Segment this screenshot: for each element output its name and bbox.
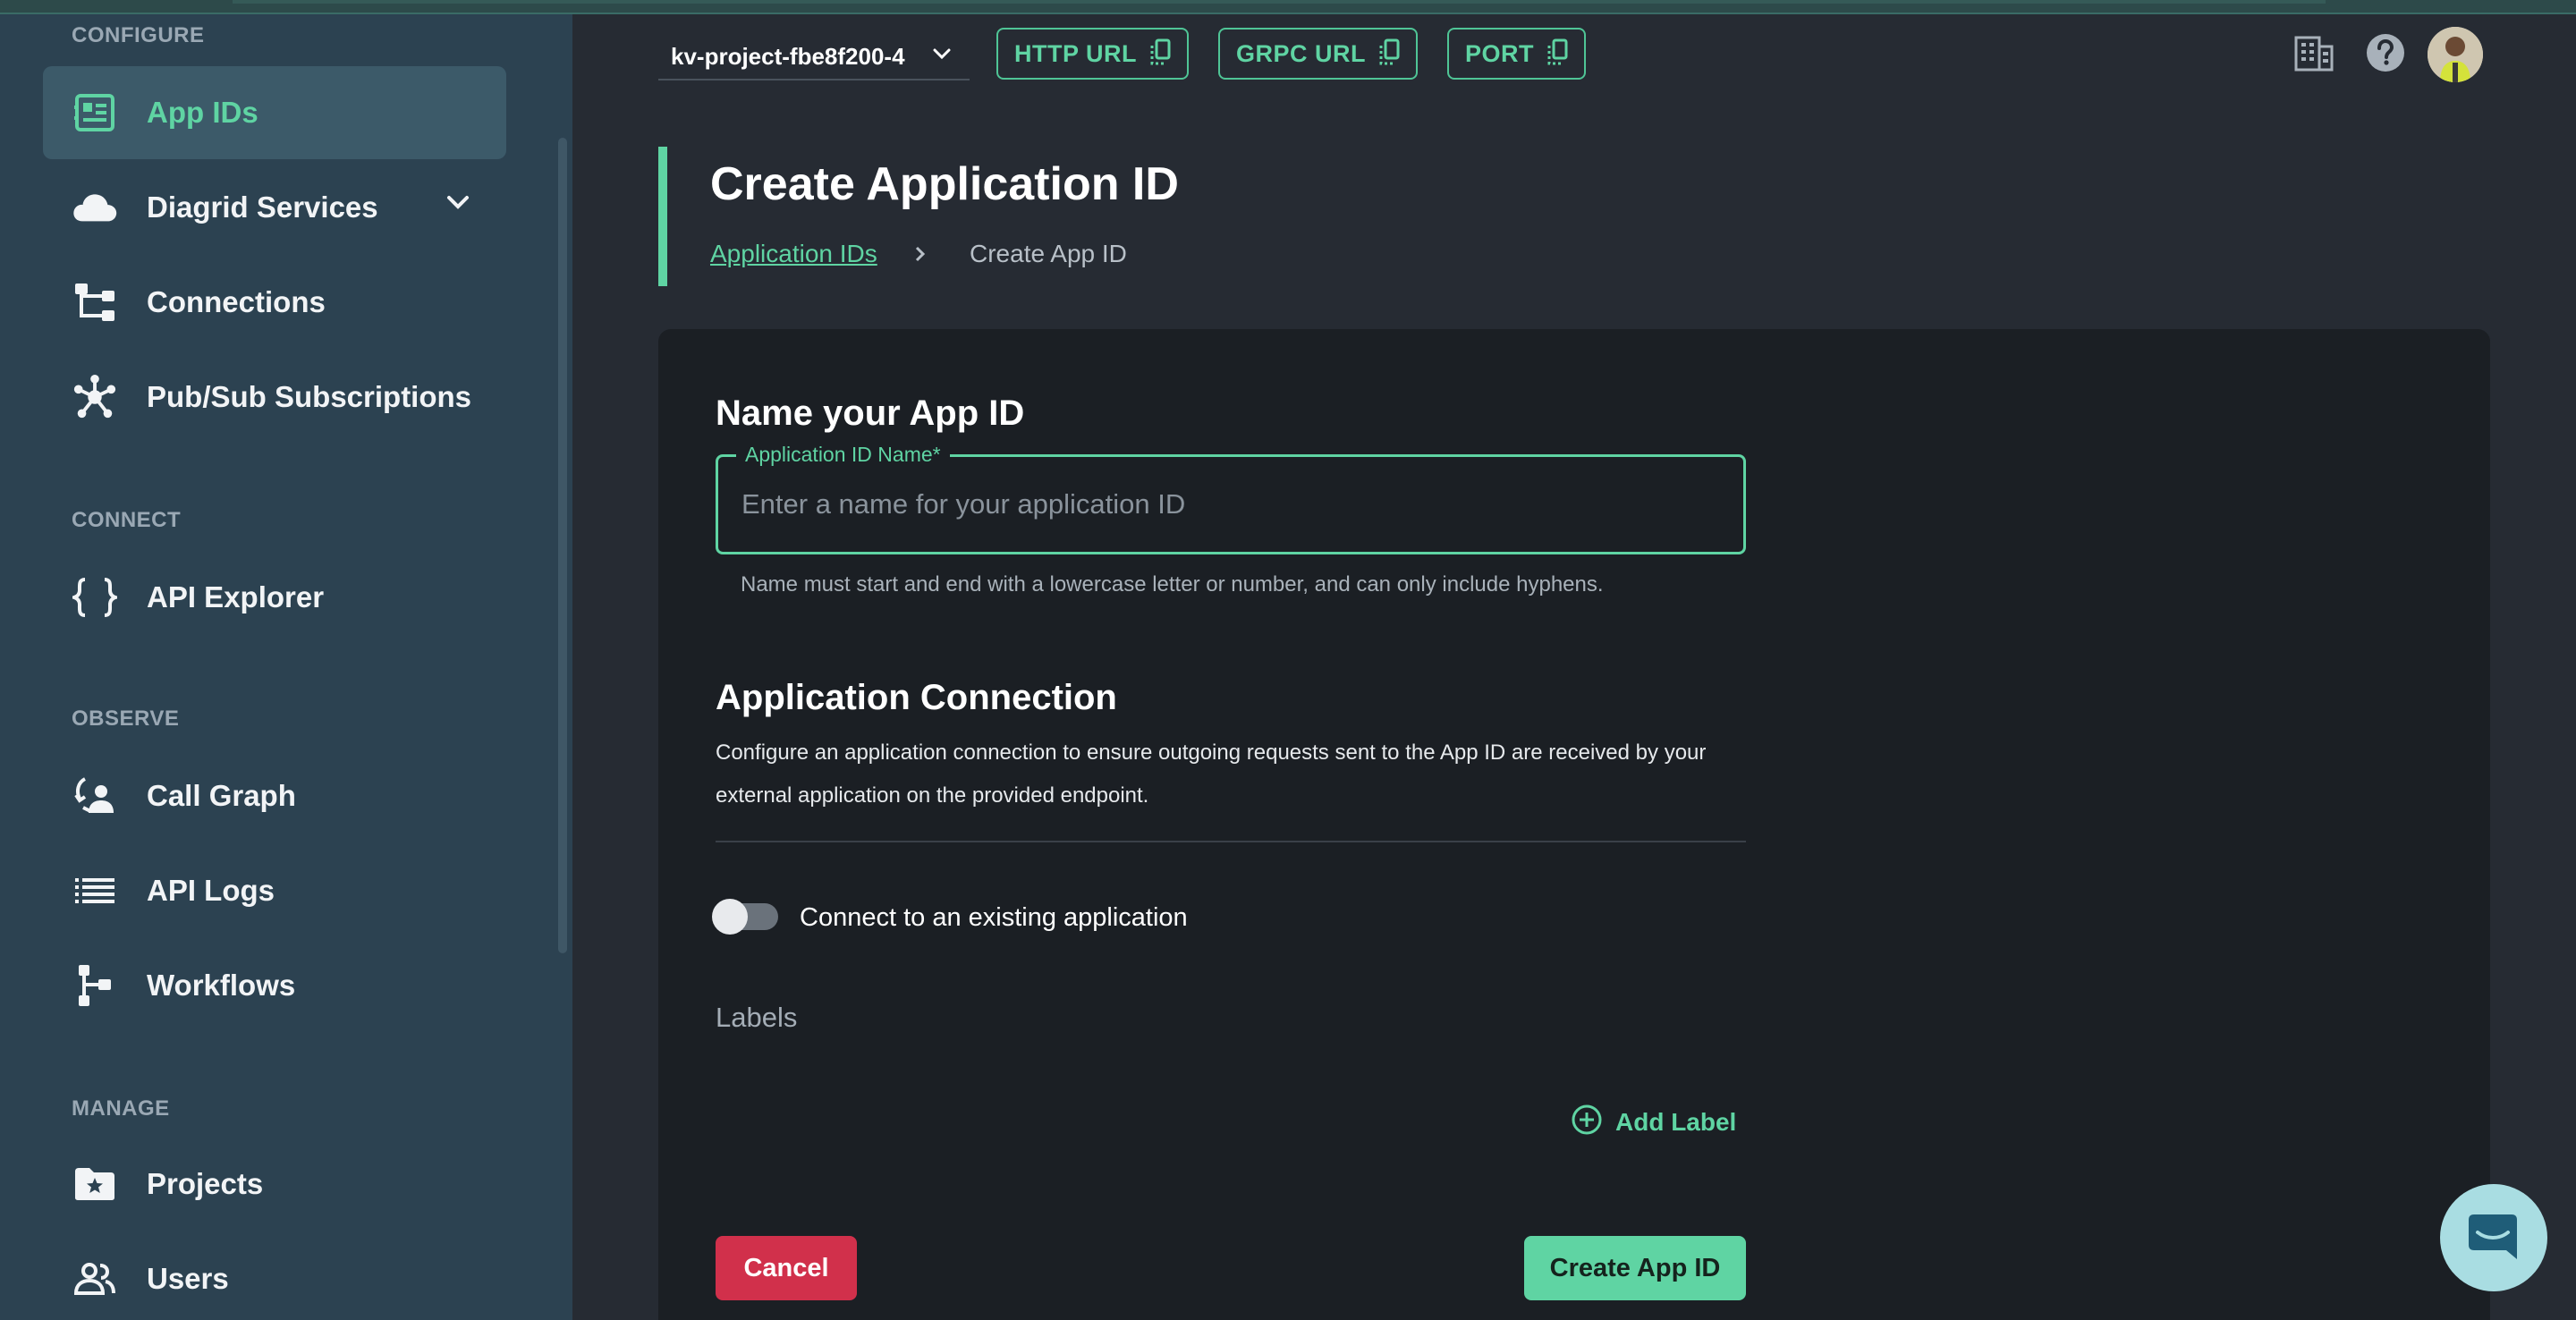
avatar[interactable]	[2428, 27, 2483, 82]
cloud-icon	[72, 184, 118, 231]
create-app-id-button[interactable]: Create App ID	[1524, 1236, 1746, 1300]
chevron-down-icon	[932, 47, 952, 65]
section-title-configure: CONFIGURE	[72, 23, 205, 47]
sidebar-item-api-explorer[interactable]: API Explorer	[43, 551, 506, 644]
add-label-text: Add Label	[1615, 1107, 1737, 1136]
copy-icon	[1378, 38, 1400, 70]
sidebar-item-label: Connections	[147, 285, 326, 318]
users-icon	[72, 1256, 118, 1302]
workflow-icon	[72, 962, 118, 1009]
section-title-manage: MANAGE	[72, 1096, 170, 1121]
sidebar: CONFIGURE App IDs Diagrid Services Conne…	[0, 14, 572, 1320]
chat-support-button[interactable]	[2440, 1184, 2547, 1291]
list-icon	[72, 867, 118, 914]
project-select[interactable]: kv-project-fbe8f200-4	[658, 34, 970, 80]
title-accent-bar	[658, 147, 667, 286]
cancel-button[interactable]: Cancel	[716, 1236, 857, 1300]
copy-icon	[1546, 38, 1568, 70]
sidebar-item-call-graph[interactable]: Call Graph	[43, 749, 506, 842]
add-label-button[interactable]: Add Label	[1571, 1104, 1736, 1140]
http-url-label: HTTP URL	[1014, 39, 1137, 67]
connection-description: Configure an application connection to e…	[716, 740, 1707, 808]
connection-section-heading: Application Connection	[716, 678, 1117, 717]
sidebar-item-app-ids[interactable]: App IDs	[43, 66, 506, 159]
app-id-name-legend-text: Application ID Name	[745, 443, 933, 466]
organization-icon[interactable]	[2293, 32, 2334, 78]
pubsub-icon	[72, 374, 118, 420]
copy-http-url-button[interactable]: HTTP URL	[996, 28, 1189, 80]
port-label: PORT	[1465, 39, 1535, 67]
copy-grpc-url-button[interactable]: GRPC URL	[1218, 28, 1418, 80]
main-content: kv-project-fbe8f200-4 HTTP URL GRPC URL …	[572, 14, 2576, 1320]
sidebar-item-connections[interactable]: Connections	[43, 256, 506, 349]
app-id-name-field[interactable]: Application ID Name*	[716, 443, 1746, 554]
sidebar-item-label: Diagrid Services	[147, 190, 378, 224]
sidebar-item-workflows[interactable]: Workflows	[43, 939, 506, 1032]
project-select-value: kv-project-fbe8f200-4	[671, 42, 905, 70]
sidebar-item-projects[interactable]: Projects	[43, 1138, 506, 1231]
sidebar-item-label: Call Graph	[147, 779, 296, 812]
connect-existing-label: Connect to an existing application	[800, 903, 1188, 932]
page-title: Create Application ID	[710, 158, 1179, 210]
name-section-heading: Name your App ID	[716, 393, 1025, 433]
app-ids-icon	[72, 89, 118, 136]
labels-heading: Labels	[716, 1002, 798, 1033]
sidebar-item-api-logs[interactable]: API Logs	[43, 844, 506, 937]
sidebar-item-label: API Logs	[147, 874, 275, 907]
create-app-id-card: Name your App ID Application ID Name* Na…	[658, 329, 2490, 1320]
breadcrumb-current: Create App ID	[970, 240, 1127, 267]
section-title-connect: CONNECT	[72, 508, 182, 532]
sidebar-item-label: Workflows	[147, 969, 296, 1002]
braces-icon	[72, 574, 118, 621]
plus-circle-icon	[1571, 1104, 1603, 1140]
sidebar-item-pubsub[interactable]: Pub/Sub Subscriptions	[43, 351, 506, 444]
grpc-url-label: GRPC URL	[1236, 39, 1366, 67]
breadcrumb-link-application-ids[interactable]: Application IDs	[710, 240, 877, 268]
section-title-observe: OBSERVE	[72, 707, 180, 731]
connect-existing-toggle[interactable]	[712, 899, 778, 935]
folder-star-icon	[72, 1161, 118, 1207]
call-graph-icon	[72, 773, 118, 819]
copy-port-button[interactable]: PORT	[1447, 28, 1587, 80]
app-id-name-legend: Application ID Name*	[736, 443, 950, 467]
sidebar-scrollbar[interactable]	[558, 138, 567, 953]
toggle-knob	[712, 899, 748, 935]
connections-icon	[72, 279, 118, 326]
chevron-right-icon	[914, 245, 927, 267]
window-top-strip	[0, 0, 2576, 14]
app-id-name-helper: Name must start and end with a lowercase…	[741, 572, 1604, 597]
required-marker: *	[932, 443, 941, 466]
sidebar-item-users[interactable]: Users	[43, 1232, 506, 1320]
sidebar-item-label: Projects	[147, 1167, 264, 1200]
sidebar-item-label: Pub/Sub Subscriptions	[147, 380, 472, 413]
top-strip-inner	[233, 0, 2326, 4]
copy-icon	[1149, 38, 1171, 70]
divider	[716, 841, 1746, 842]
sidebar-item-diagrid-services[interactable]: Diagrid Services	[43, 161, 506, 254]
help-icon[interactable]	[2365, 32, 2406, 78]
sidebar-item-label: App IDs	[147, 96, 258, 129]
chevron-down-icon[interactable]	[445, 193, 470, 216]
sidebar-item-label: API Explorer	[147, 580, 325, 613]
app-id-name-input[interactable]	[741, 484, 1716, 525]
chat-icon	[2465, 1209, 2522, 1267]
sidebar-item-label: Users	[147, 1262, 229, 1295]
